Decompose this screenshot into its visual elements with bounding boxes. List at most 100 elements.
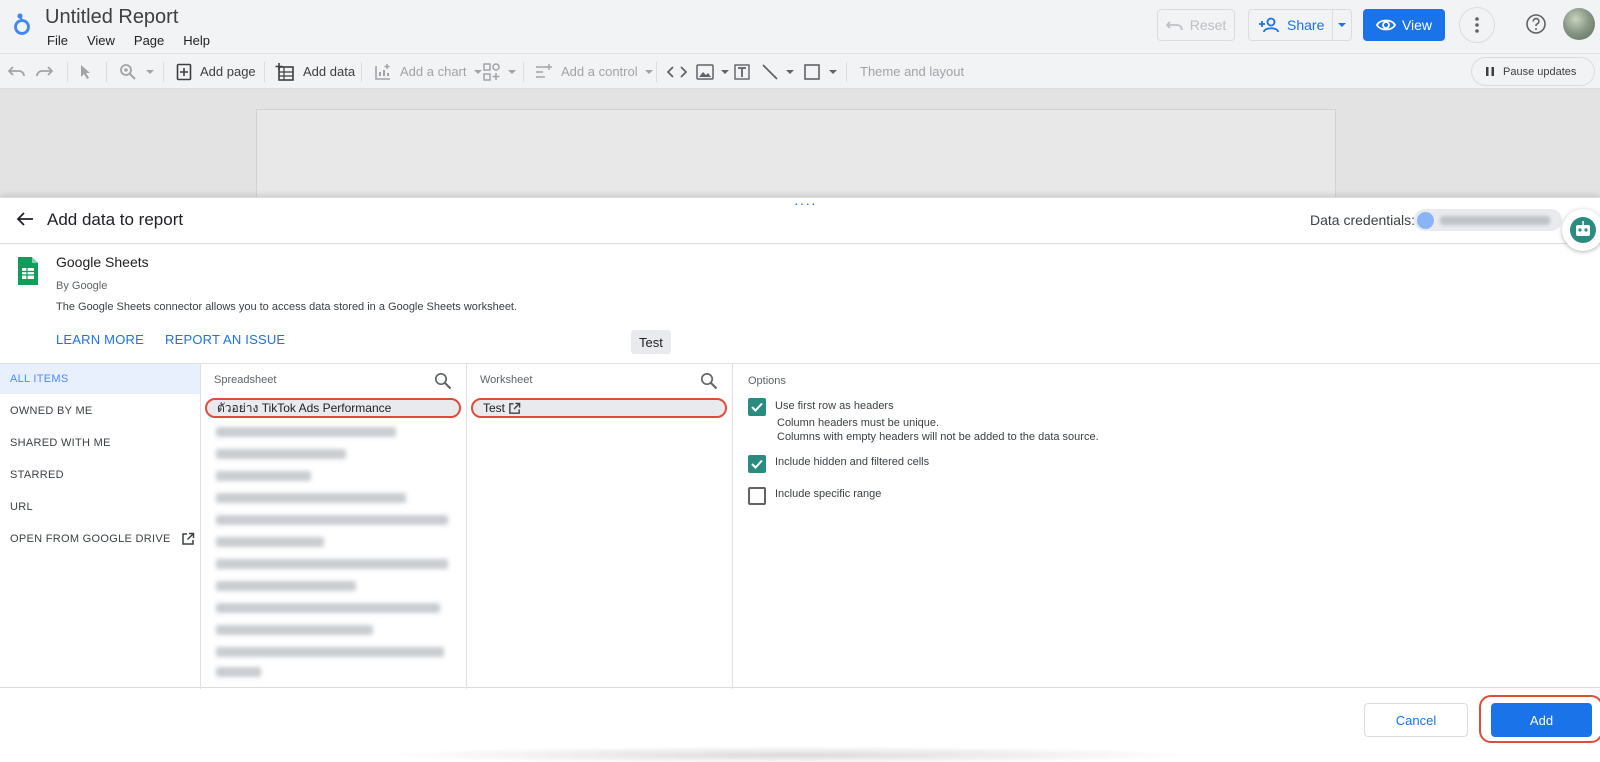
- report-page[interactable]: [256, 109, 1336, 201]
- nav-url[interactable]: URL: [0, 492, 200, 522]
- more-vert-icon[interactable]: [1459, 7, 1495, 43]
- code-icon[interactable]: [667, 54, 687, 89]
- cursor-icon[interactable]: [80, 54, 92, 89]
- person-add-icon: [1259, 17, 1279, 33]
- redo-icon[interactable]: [35, 54, 53, 89]
- pause-updates-button[interactable]: Pause updates: [1471, 57, 1595, 86]
- share-button[interactable]: Share: [1248, 9, 1352, 41]
- pause-icon: [1486, 67, 1494, 76]
- first-row-headers-checkbox[interactable]: [748, 398, 766, 416]
- connector-author: By Google: [56, 280, 108, 292]
- reset-icon: [1165, 21, 1183, 31]
- add-chart-icon: [375, 63, 390, 80]
- cancel-button[interactable]: Cancel: [1364, 703, 1468, 737]
- specific-range-label: Include specific range: [775, 488, 882, 500]
- connector-name: Google Sheets: [56, 254, 149, 270]
- add-data-icon: [275, 62, 294, 81]
- headers-note: Column headers must be unique.: [777, 417, 940, 429]
- view-button[interactable]: View: [1363, 9, 1445, 41]
- list-item[interactable]: [216, 493, 406, 503]
- add-button[interactable]: Add: [1491, 703, 1592, 737]
- nav-owned-by-me[interactable]: OWNED BY ME: [0, 396, 200, 426]
- line-icon[interactable]: [761, 54, 795, 89]
- list-item[interactable]: [216, 647, 444, 657]
- list-item[interactable]: [216, 537, 324, 547]
- looker-logo-icon[interactable]: [12, 10, 32, 36]
- drag-handle-icon[interactable]: ····: [794, 196, 817, 210]
- robot-icon[interactable]: [1562, 209, 1600, 251]
- add-control-label: Add a control: [561, 64, 638, 79]
- list-item[interactable]: [216, 603, 440, 613]
- first-row-headers-label: Use first row as headers: [775, 400, 894, 412]
- list-item[interactable]: [216, 559, 448, 569]
- list-item[interactable]: [216, 581, 356, 591]
- search-icon[interactable]: [700, 372, 718, 390]
- external-link-icon: [181, 532, 194, 545]
- user-avatar-icon: [1417, 211, 1434, 229]
- community-viz-icon[interactable]: [483, 54, 517, 89]
- list-item[interactable]: [216, 427, 396, 437]
- add-control-button[interactable]: Add a control: [535, 54, 654, 89]
- connector-description: The Google Sheets connector allows you t…: [56, 301, 518, 313]
- toolbar: Add page Add data Add a chart Add a cont…: [0, 53, 1600, 89]
- worksheet-item-selected[interactable]: Test: [471, 398, 727, 418]
- zoom-icon[interactable]: [119, 54, 155, 89]
- reset-button[interactable]: Reset: [1157, 9, 1235, 41]
- add-data-panel: ···· Add data to report Data credentials…: [0, 196, 1600, 762]
- spreadsheet-column: Spreadsheet ตัวอย่าง TikTok Ads Performa…: [201, 364, 467, 689]
- menu-file[interactable]: File: [47, 33, 68, 48]
- back-arrow-icon[interactable]: [16, 211, 34, 227]
- eye-icon: [1375, 19, 1396, 31]
- nav-all-items[interactable]: ALL ITEMS: [0, 364, 200, 394]
- controls-icon: [536, 63, 552, 78]
- menu-view[interactable]: View: [87, 33, 115, 48]
- shape-icon[interactable]: [804, 54, 838, 89]
- menu-bar: File View Page Help: [47, 33, 210, 48]
- reset-label: Reset: [1189, 17, 1227, 33]
- source-nav: ALL ITEMS OWNED BY ME SHARED WITH ME STA…: [0, 364, 201, 689]
- text-icon[interactable]: [733, 54, 751, 89]
- options-column: Options Use first row as headers Column …: [733, 364, 1600, 689]
- theme-layout-button[interactable]: Theme and layout: [860, 54, 964, 89]
- nav-shared-with-me[interactable]: SHARED WITH ME: [0, 428, 200, 458]
- add-page-button[interactable]: Add page: [176, 54, 256, 89]
- pause-updates-label: Pause updates: [1503, 65, 1577, 78]
- hidden-filtered-checkbox[interactable]: [748, 455, 766, 473]
- learn-more-link[interactable]: LEARN MORE: [56, 332, 144, 347]
- share-dropdown-icon[interactable]: [1333, 22, 1351, 28]
- add-page-icon: [176, 63, 192, 80]
- menu-help[interactable]: Help: [183, 33, 210, 48]
- tooltip: Test: [631, 330, 671, 354]
- spreadsheet-header: Spreadsheet: [214, 374, 277, 386]
- help-icon[interactable]: [1525, 13, 1547, 35]
- image-icon[interactable]: [696, 54, 730, 89]
- external-link-icon[interactable]: [508, 402, 521, 415]
- list-item[interactable]: [216, 625, 373, 635]
- report-issue-link[interactable]: REPORT AN ISSUE: [165, 332, 285, 347]
- add-chart-button[interactable]: Add a chart: [374, 54, 483, 89]
- app-header: Untitled Report File View Page Help Rese…: [0, 0, 1600, 53]
- undo-icon[interactable]: [8, 54, 26, 89]
- list-item[interactable]: [216, 471, 311, 481]
- credentials-chip[interactable]: [1414, 209, 1562, 231]
- hidden-filtered-label: Include hidden and filtered cells: [775, 456, 930, 468]
- specific-range-checkbox[interactable]: [748, 487, 766, 505]
- worksheet-column: Worksheet Test: [467, 364, 733, 689]
- credentials-label: Data credentials:: [1310, 212, 1416, 228]
- list-item[interactable]: [216, 515, 448, 525]
- sheets-icon: [16, 255, 40, 287]
- spreadsheet-item-selected[interactable]: ตัวอย่าง TikTok Ads Performance: [205, 398, 461, 418]
- list-item[interactable]: [216, 667, 261, 677]
- share-label: Share: [1287, 17, 1325, 33]
- search-icon[interactable]: [434, 372, 452, 390]
- report-title[interactable]: Untitled Report: [45, 6, 178, 29]
- nav-open-from-drive[interactable]: OPEN FROM GOOGLE DRIVE: [0, 524, 200, 554]
- list-item[interactable]: [216, 449, 346, 459]
- panel-title: Add data to report: [47, 210, 184, 229]
- nav-starred[interactable]: STARRED: [0, 460, 200, 490]
- add-page-label: Add page: [200, 64, 256, 79]
- avatar[interactable]: [1563, 8, 1595, 40]
- headers-note: Columns with empty headers will not be a…: [777, 431, 1099, 443]
- add-data-button[interactable]: Add data: [275, 54, 355, 89]
- menu-page[interactable]: Page: [134, 33, 164, 48]
